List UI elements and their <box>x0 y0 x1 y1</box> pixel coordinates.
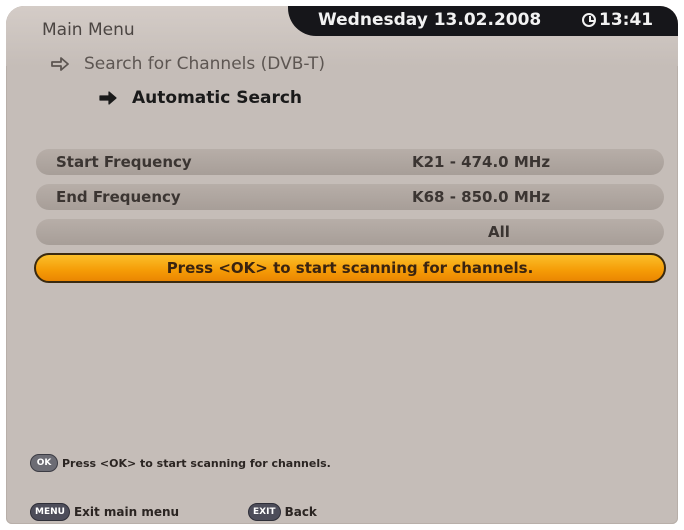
arrow-right-outline-icon <box>51 57 69 71</box>
breadcrumb-item-search-channels: Search for Channels (DVB-T) <box>50 54 325 74</box>
time-display: 13:41 <box>582 10 653 30</box>
setting-row-scope[interactable]: All <box>36 219 664 245</box>
clock-icon <box>582 13 596 27</box>
setting-row-start-frequency[interactable]: Start Frequency K21 - 474.0 MHz <box>36 149 664 175</box>
footer-label: Back <box>284 505 317 519</box>
setting-value: All <box>488 223 510 241</box>
date-time-bar: Wednesday 13.02.2008 13:41 <box>288 6 678 36</box>
setting-label: Start Frequency <box>56 153 192 171</box>
page-title: Main Menu <box>42 20 135 40</box>
breadcrumb-item-automatic-search: Automatic Search <box>98 88 302 108</box>
back-button[interactable]: EXIT Back <box>248 503 317 521</box>
breadcrumb-label: Automatic Search <box>132 88 303 108</box>
start-scan-button[interactable]: Press <OK> to start scanning for channel… <box>34 253 666 283</box>
tv-screen: Wednesday 13.02.2008 13:41 Main Menu Sea… <box>6 6 678 524</box>
exit-key-icon: EXIT <box>248 503 281 521</box>
help-text: Press <OK> to start scanning for channel… <box>62 456 331 470</box>
setting-row-end-frequency[interactable]: End Frequency K68 - 850.0 MHz <box>36 184 664 210</box>
footer-label: Exit main menu <box>73 505 180 519</box>
exit-main-menu-button[interactable]: MENU Exit main menu <box>30 503 179 521</box>
setting-value: K21 - 474.0 MHz <box>412 153 551 171</box>
time-label: 13:41 <box>599 10 654 30</box>
breadcrumb-label: Search for Channels (DVB-T) <box>84 54 325 74</box>
menu-key-icon: MENU <box>30 503 70 521</box>
arrow-right-icon <box>99 91 117 105</box>
help-hint: OK Press <OK> to start scanning for chan… <box>30 454 331 472</box>
setting-value: K68 - 850.0 MHz <box>412 188 551 206</box>
ok-key-icon: OK <box>30 454 58 472</box>
setting-label: End Frequency <box>56 188 181 206</box>
date-label: Wednesday 13.02.2008 <box>318 10 542 30</box>
